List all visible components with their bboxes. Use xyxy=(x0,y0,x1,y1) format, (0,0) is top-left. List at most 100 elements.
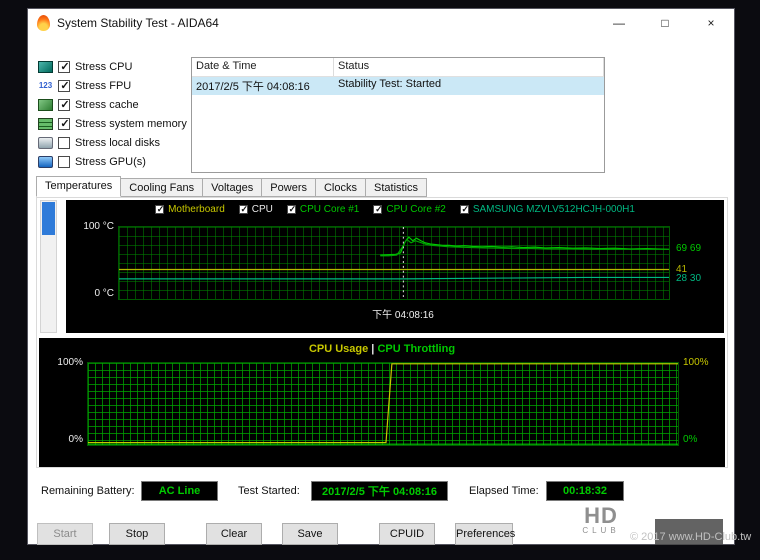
stress-option-label: Stress local disks xyxy=(75,137,160,149)
test-started-label: Test Started: xyxy=(238,481,300,501)
minimize-button[interactable]: — xyxy=(596,9,642,37)
legend-checkbox[interactable] xyxy=(460,205,469,214)
temp-x-label: 下午 04:08:16 xyxy=(353,306,453,321)
legend-item-motherboard[interactable]: Motherboard xyxy=(155,204,225,215)
usage-series-svg xyxy=(88,363,678,445)
temp-current-value: 69 69 xyxy=(676,243,701,254)
checkbox[interactable] xyxy=(58,137,70,149)
gpu-icon xyxy=(38,156,53,168)
stress-option-label: Stress FPU xyxy=(75,80,131,92)
stress-option-label: Stress GPU(s) xyxy=(75,156,146,168)
usage-y-min-left: 0% xyxy=(45,434,83,445)
title-bar: System Stability Test - AIDA64 — □ × xyxy=(28,9,734,37)
cpu-usage-chart: CPU Usage | CPU Throttling 100% 0% 100% … xyxy=(39,338,725,467)
checkbox[interactable] xyxy=(58,99,70,111)
start-button[interactable]: Start xyxy=(37,523,93,545)
stress-option-label: Stress system memory xyxy=(75,118,187,130)
temp-y-min-label: 0 °C xyxy=(70,288,114,299)
stress-option-stress-cache[interactable]: Stress cache xyxy=(38,95,188,114)
elapsed-time-label: Elapsed Time: xyxy=(469,481,539,501)
usage-title-right: CPU Throttling xyxy=(377,343,455,355)
legend-checkbox[interactable] xyxy=(373,205,382,214)
close-button[interactable]: × xyxy=(688,9,734,37)
log-table-header: Date & TimeStatus xyxy=(192,58,604,77)
stress-option-label: Stress CPU xyxy=(75,61,132,73)
preferences-button[interactable]: Preferences xyxy=(455,523,513,545)
temp-series-svg xyxy=(119,227,669,299)
legend-label: SAMSUNG MZVLV512HCJH-000H1 xyxy=(473,204,635,215)
cpu-icon xyxy=(38,61,53,73)
battery-value: AC Line xyxy=(141,481,218,501)
chart-scrollbar[interactable] xyxy=(40,200,57,333)
legend-checkbox[interactable] xyxy=(287,205,296,214)
watermark-text: © 2017 www.HD-Club.tw xyxy=(630,531,751,543)
temperature-chart: Motherboard CPU CPU Core #1 CPU Core #2 SAMS… xyxy=(66,200,724,333)
app-flame-icon xyxy=(37,15,50,31)
save-button[interactable]: Save xyxy=(282,523,338,545)
tab-statistics[interactable]: Statistics xyxy=(366,178,427,197)
window-title: System Stability Test - AIDA64 xyxy=(57,16,219,30)
legend-item-samsung-mzvlv512hcjh-000h1[interactable]: SAMSUNG MZVLV512HCJH-000H1 xyxy=(460,204,635,215)
elapsed-time-value: 00:18:32 xyxy=(546,481,624,501)
stress-option-stress-system-memory[interactable]: Stress system memory xyxy=(38,114,188,133)
checkbox[interactable] xyxy=(58,156,70,168)
watermark-logo: HD CLUB xyxy=(576,505,626,535)
usage-y-max-left: 100% xyxy=(45,357,83,368)
window-controls: — □ × xyxy=(596,9,734,37)
temp-plot-area xyxy=(118,226,670,300)
usage-plot-area xyxy=(87,362,679,446)
temp-y-max-label: 100 °C xyxy=(70,221,114,232)
fpu-icon: 123 xyxy=(38,80,53,92)
stress-option-stress-fpu[interactable]: 123 Stress FPU xyxy=(38,76,188,95)
checkbox[interactable] xyxy=(58,61,70,73)
column-header-date-time[interactable]: Date & Time xyxy=(192,58,334,76)
chart-scrollbar-thumb[interactable] xyxy=(42,202,55,235)
stability-test-window: System Stability Test - AIDA64 — □ × Str… xyxy=(27,8,735,545)
legend-label: CPU Core #1 xyxy=(300,204,359,215)
legend-checkbox[interactable] xyxy=(155,205,164,214)
legend-checkbox[interactable] xyxy=(239,205,248,214)
tab-temperatures[interactable]: Temperatures xyxy=(36,176,121,197)
battery-label: Remaining Battery: xyxy=(41,481,135,501)
temperatures-tab-page: Motherboard CPU CPU Core #1 CPU Core #2 SAMS… xyxy=(36,197,728,468)
usage-chart-title: CPU Usage | CPU Throttling xyxy=(39,343,725,355)
memory-icon xyxy=(38,118,53,130)
checkbox[interactable] xyxy=(58,118,70,130)
watermark-logo-club: CLUB xyxy=(576,527,626,535)
stress-option-stress-local-disks[interactable]: Stress local disks xyxy=(38,133,188,152)
clear-button[interactable]: Clear xyxy=(206,523,262,545)
stress-options: Stress CPU 123 Stress FPU Stress cache Stres… xyxy=(38,57,188,171)
tab-cooling-fans[interactable]: Cooling Fans xyxy=(121,178,203,197)
legend-label: CPU Core #2 xyxy=(386,204,445,215)
watermark-logo-hd: HD xyxy=(576,505,626,527)
stress-option-stress-gpu-s-[interactable]: Stress GPU(s) xyxy=(38,152,188,171)
stress-option-stress-cpu[interactable]: Stress CPU xyxy=(38,57,188,76)
legend-item-cpu[interactable]: CPU xyxy=(239,204,273,215)
temp-current-value: 28 30 xyxy=(676,273,701,284)
log-table-body: 2017/2/5 下午 04:08:16Stability Test: Star… xyxy=(192,77,604,95)
checkbox[interactable] xyxy=(58,80,70,92)
temp-value-labels: 69 694128 30 xyxy=(674,200,722,333)
log-table: Date & TimeStatus 2017/2/5 下午 04:08:16St… xyxy=(191,57,605,173)
tab-voltages[interactable]: Voltages xyxy=(203,178,262,197)
cpuid-button[interactable]: CPUID xyxy=(379,523,435,545)
stop-button[interactable]: Stop xyxy=(109,523,165,545)
tab-clocks[interactable]: Clocks xyxy=(316,178,366,197)
legend-label: CPU xyxy=(252,204,273,215)
legend-item-cpu-core-1[interactable]: CPU Core #1 xyxy=(287,204,359,215)
log-cell: 2017/2/5 下午 04:08:16 xyxy=(192,77,334,95)
log-cell: Stability Test: Started xyxy=(334,77,604,95)
log-row[interactable]: 2017/2/5 下午 04:08:16Stability Test: Star… xyxy=(192,77,604,95)
legend-label: Motherboard xyxy=(168,204,225,215)
test-started-value: 2017/2/5 下午 04:08:16 xyxy=(311,481,448,501)
tab-powers[interactable]: Powers xyxy=(262,178,316,197)
maximize-button[interactable]: □ xyxy=(642,9,688,37)
usage-y-max-right: 100% xyxy=(683,357,723,368)
tab-strip: TemperaturesCooling FansVoltagesPowersCl… xyxy=(36,176,427,197)
usage-y-min-right: 0% xyxy=(683,434,723,445)
column-header-status[interactable]: Status xyxy=(334,58,604,76)
button-row: Start Stop Clear Save CPUID Preferences xyxy=(28,523,734,545)
usage-title-left: CPU Usage xyxy=(309,343,368,355)
cache-icon xyxy=(38,99,53,111)
legend-item-cpu-core-2[interactable]: CPU Core #2 xyxy=(373,204,445,215)
